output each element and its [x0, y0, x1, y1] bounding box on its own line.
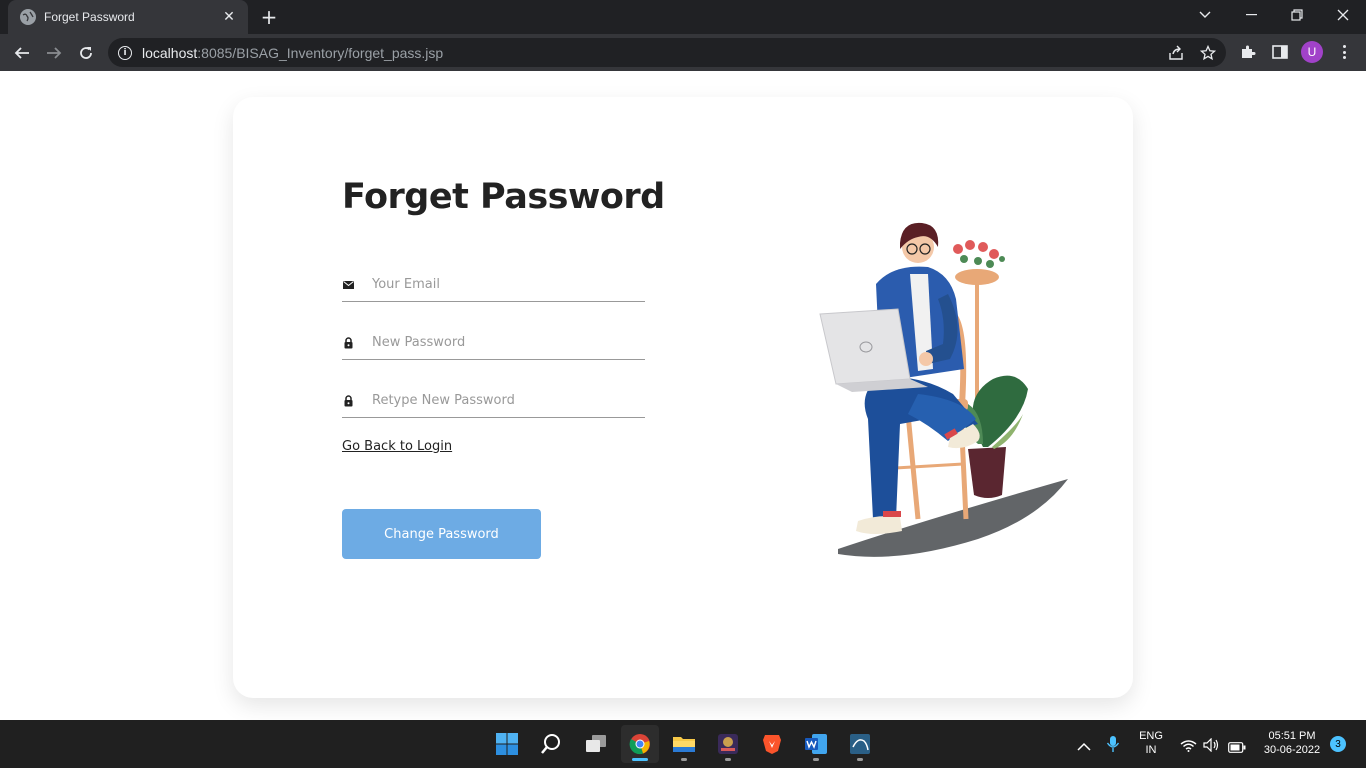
new-password-field [342, 326, 645, 360]
browser-toolbar: i localhost:8085/BISAG_Inventory/forget_… [0, 34, 1366, 71]
lock-icon [342, 336, 354, 349]
back-button[interactable] [9, 40, 35, 66]
search-button[interactable] [532, 725, 570, 763]
start-button[interactable] [488, 725, 526, 763]
email-field [342, 268, 645, 302]
clock-date: 30-06-2022 [1263, 744, 1321, 756]
wifi-icon[interactable] [1180, 737, 1197, 756]
taskbar-brave[interactable] [753, 725, 791, 763]
language-code: ENG [1139, 730, 1163, 742]
region-code: IN [1145, 744, 1157, 756]
tab-title: Forget Password [44, 10, 135, 24]
taskbar-file-explorer[interactable] [665, 725, 703, 763]
chrome-icon [629, 734, 650, 755]
bookmark-star-icon[interactable] [1199, 44, 1217, 61]
extensions-icon[interactable] [1239, 43, 1257, 61]
task-view-button[interactable] [577, 725, 615, 763]
url-path: :8085/BISAG_Inventory/forget_pass.jsp [197, 44, 444, 61]
lock-icon [342, 394, 354, 407]
game-app-icon [718, 734, 738, 754]
share-icon[interactable] [1168, 45, 1184, 61]
profile-avatar[interactable]: U [1301, 41, 1323, 63]
database-app-icon [850, 734, 870, 754]
clock[interactable]: 05:51 PM 30-06-2022 [1254, 730, 1330, 756]
taskbar: ENG IN 05:51 PM 30-06-2022 [0, 720, 1366, 768]
task-view-icon [586, 735, 606, 752]
brave-lion-icon [763, 735, 781, 754]
email-input[interactable] [372, 277, 632, 292]
globe-icon [20, 9, 36, 25]
minimize-button[interactable] [1228, 0, 1274, 30]
show-hidden-icons-icon[interactable] [1077, 737, 1091, 756]
taskbar-chrome[interactable] [621, 725, 659, 763]
tab-search-icon[interactable] [1182, 0, 1228, 30]
url-host: localhost [142, 44, 198, 61]
notification-badge[interactable]: 3 [1330, 736, 1346, 752]
search-icon [541, 734, 560, 754]
new-tab-button[interactable]: + [258, 6, 280, 28]
reload-button[interactable] [73, 40, 99, 66]
envelope-icon [342, 280, 354, 289]
person-with-laptop-illustration [819, 222, 1068, 557]
site-info-icon[interactable]: i [118, 45, 132, 60]
word-icon [805, 734, 827, 754]
browser-tab[interactable]: Forget Password ✕ [8, 0, 248, 34]
taskbar-word[interactable] [797, 725, 835, 763]
taskbar-mysql-workbench[interactable] [841, 725, 879, 763]
browser-menu-icon[interactable] [1336, 43, 1352, 61]
volume-icon[interactable] [1203, 737, 1219, 756]
language-indicator[interactable]: ENG IN [1136, 730, 1166, 756]
new-password-input[interactable] [372, 335, 632, 350]
taskbar-app-game[interactable] [709, 725, 747, 763]
clock-time: 05:51 PM [1268, 730, 1316, 742]
retype-password-input[interactable] [372, 393, 632, 408]
microphone-icon[interactable] [1106, 735, 1120, 757]
close-window-button[interactable] [1320, 0, 1366, 30]
close-tab-icon[interactable]: ✕ [220, 9, 238, 25]
browser-tab-strip: Forget Password ✕ + [0, 0, 1366, 34]
windows-logo-icon [496, 733, 518, 755]
restore-button[interactable] [1274, 0, 1320, 30]
retype-password-field [342, 384, 645, 418]
flower-pot-icon [953, 240, 1005, 268]
battery-icon[interactable] [1228, 738, 1246, 757]
folder-icon [673, 737, 695, 752]
forward-button[interactable] [41, 40, 67, 66]
side-panel-icon[interactable] [1271, 43, 1289, 61]
address-bar[interactable]: i localhost:8085/BISAG_Inventory/forget_… [108, 38, 1226, 67]
forget-password-card: Forget Password Go Back to Login Change … [233, 97, 1133, 698]
back-to-login-link[interactable]: Go Back to Login [342, 439, 452, 454]
page-title: Forget Password [342, 177, 665, 217]
page-content: Forget Password Go Back to Login Change … [0, 71, 1366, 720]
change-password-button[interactable]: Change Password [342, 509, 541, 559]
